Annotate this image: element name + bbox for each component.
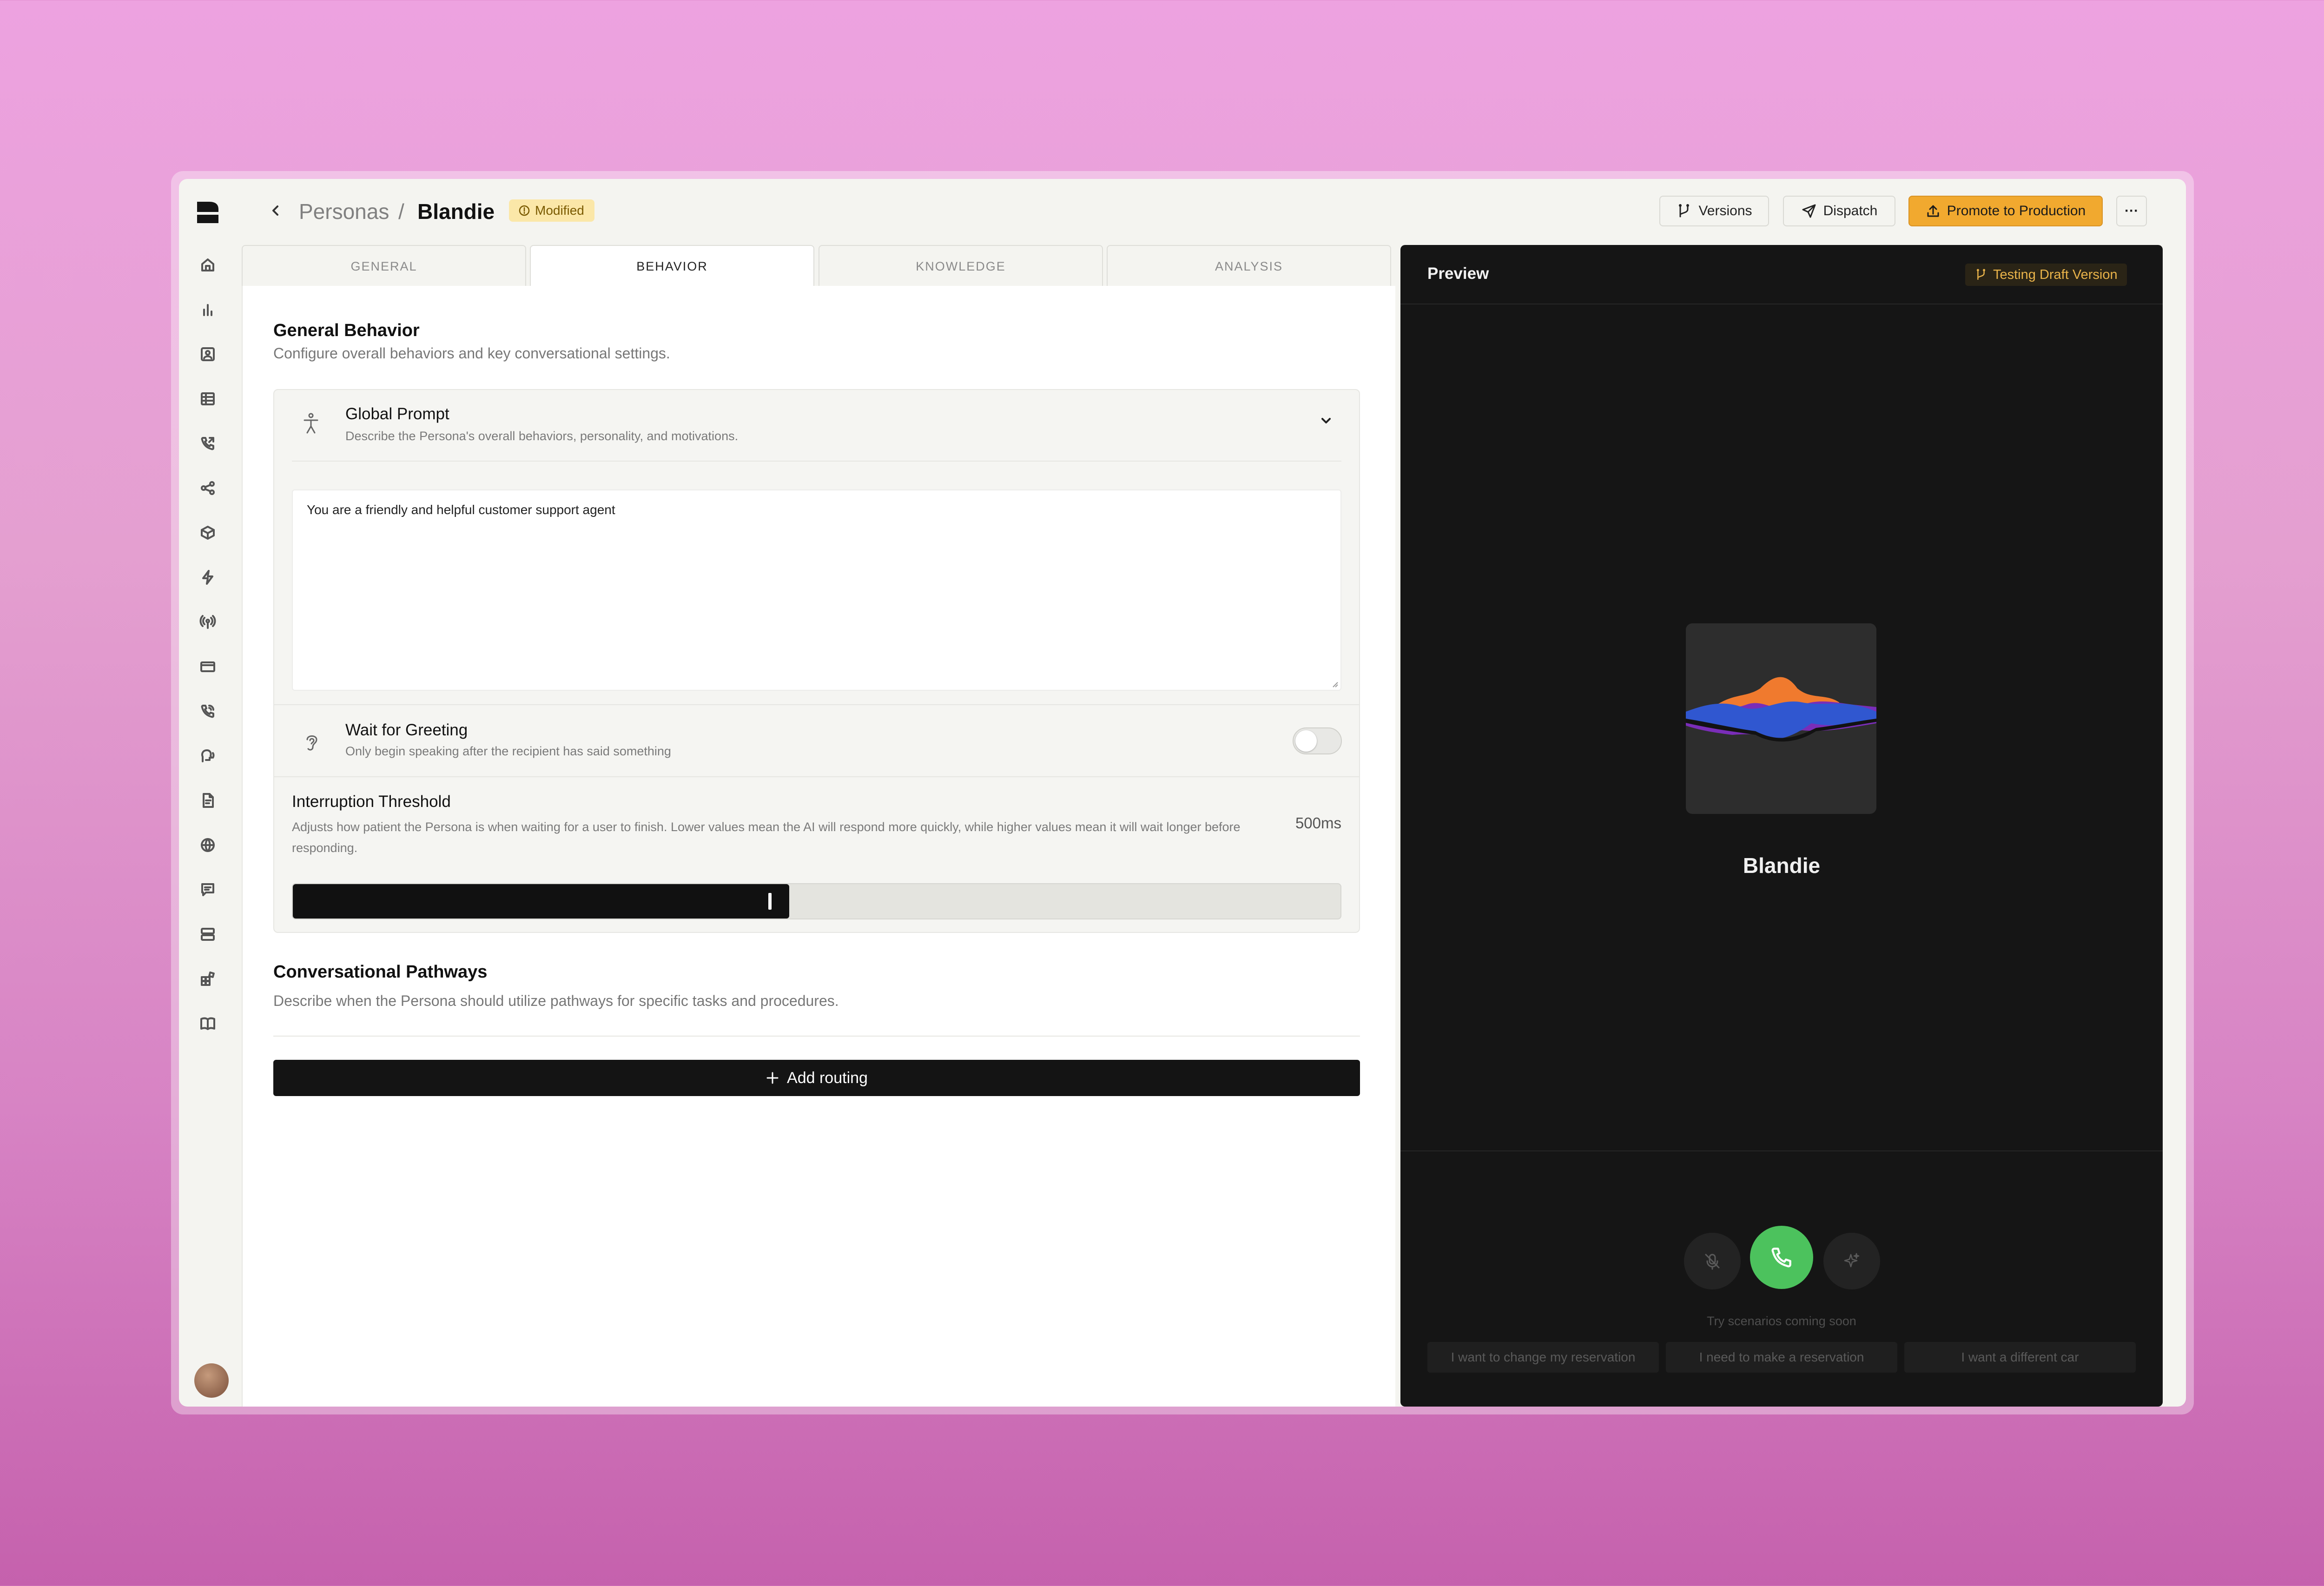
general-behavior-title: General Behavior <box>273 321 420 340</box>
user-avatar[interactable] <box>194 1363 229 1398</box>
tab-knowledge[interactable]: KNOWLEDGE <box>819 245 1103 286</box>
persona-avatar-art <box>1686 623 1876 814</box>
share-icon[interactable] <box>199 480 216 496</box>
page-title: Blandie <box>417 199 495 224</box>
globe-icon[interactable] <box>199 837 216 853</box>
more-icon: ··· <box>2125 203 2139 218</box>
integrations-icon[interactable] <box>199 971 216 987</box>
tab-general[interactable]: GENERAL <box>242 245 526 286</box>
info-icon <box>519 205 530 216</box>
sparkle-button[interactable] <box>1823 1233 1880 1289</box>
person-icon <box>302 412 320 435</box>
book-icon[interactable] <box>199 1015 216 1032</box>
back-button[interactable] <box>267 202 284 219</box>
message-icon[interactable] <box>199 881 216 898</box>
voice-icon[interactable] <box>199 747 216 764</box>
versions-button[interactable]: Versions <box>1659 196 1769 226</box>
breadcrumb-separator: / <box>398 199 404 224</box>
phone-icon <box>1771 1248 1791 1268</box>
global-prompt-description: Describe the Persona's overall behaviors… <box>345 429 739 443</box>
interruption-value: 500ms <box>1295 814 1341 832</box>
global-prompt-title: Global Prompt <box>345 405 449 423</box>
wait-greeting-description: Only begin speaking after the recipient … <box>345 744 671 758</box>
server-icon[interactable] <box>199 926 216 943</box>
general-behavior-subtitle: Configure overall behaviors and key conv… <box>273 345 670 362</box>
prompt-divider <box>292 461 1341 462</box>
pathways-title: Conversational Pathways <box>273 962 488 982</box>
tab-analysis[interactable]: ANALYSIS <box>1107 245 1391 286</box>
scenario-button[interactable]: I need to make a reservation <box>1666 1342 1897 1373</box>
document-icon[interactable] <box>199 792 216 809</box>
preview-controls-divider <box>1400 1150 2163 1151</box>
status-badge-label: Modified <box>535 203 584 218</box>
scenario-button[interactable]: I want a different car <box>1904 1342 2136 1373</box>
versions-label: Versions <box>1698 203 1752 218</box>
dispatch-label: Dispatch <box>1823 203 1878 218</box>
package-icon[interactable] <box>199 524 216 541</box>
ear-icon <box>303 731 321 753</box>
table-icon[interactable] <box>199 390 216 407</box>
global-prompt-textarea[interactable]: You are a friendly and helpful customer … <box>292 489 1341 691</box>
add-routing-button[interactable]: Add routing <box>273 1060 1360 1096</box>
status-badge: Modified <box>509 199 594 222</box>
contact-icon[interactable] <box>199 346 216 363</box>
bolt-icon[interactable] <box>199 569 216 586</box>
plus-icon <box>766 1072 779 1084</box>
wait-greeting-title: Wait for Greeting <box>345 721 468 739</box>
phone-call-icon[interactable] <box>199 703 216 720</box>
app-window: Personas / Blandie Modified Versions Dis… <box>179 179 2186 1407</box>
pathways-divider <box>273 1036 1360 1037</box>
more-button[interactable]: ··· <box>2116 196 2147 226</box>
promote-label: Promote to Production <box>1947 203 2086 218</box>
interruption-title: Interruption Threshold <box>292 793 451 811</box>
chart-icon[interactable] <box>199 301 216 318</box>
global-prompt-value: You are a friendly and helpful customer … <box>307 502 615 517</box>
slider-handle[interactable] <box>768 893 772 910</box>
greeting-divider-bottom <box>274 776 1359 777</box>
preview-title: Preview <box>1427 264 1489 283</box>
phone-outgoing-icon[interactable] <box>199 435 216 452</box>
scenario-button[interactable]: I want to change my reservation <box>1427 1342 1659 1373</box>
breadcrumb-parent[interactable]: Personas <box>299 198 389 225</box>
tab-behavior[interactable]: BEHAVIOR <box>530 245 814 286</box>
chevron-down-icon[interactable] <box>1318 412 1334 429</box>
send-icon <box>1802 204 1816 218</box>
promote-button[interactable]: Promote to Production <box>1908 196 2103 226</box>
broadcast-icon[interactable] <box>199 614 216 630</box>
greeting-divider-top <box>274 704 1359 705</box>
branch-icon <box>1976 269 1986 280</box>
pathways-subtitle: Describe when the Persona should utilize… <box>273 992 839 1009</box>
home-icon[interactable] <box>199 257 216 273</box>
preview-panel: Preview Testing Draft Version Blandie Tr… <box>1400 245 2163 1407</box>
call-button[interactable] <box>1750 1226 1813 1289</box>
toggle-knob <box>1295 730 1317 752</box>
interruption-description: Adjusts how patient the Persona is when … <box>292 820 1241 855</box>
persona-name: Blandie <box>1743 853 1821 878</box>
branch-icon <box>1679 204 1690 218</box>
card-icon[interactable] <box>199 658 216 675</box>
draft-version-badge: Testing Draft Version <box>1965 264 2127 286</box>
wait-greeting-toggle[interactable] <box>1293 727 1342 754</box>
sparkle-icon <box>1844 1253 1860 1268</box>
add-routing-label: Add routing <box>787 1069 868 1087</box>
slider-fill <box>293 884 790 919</box>
interruption-slider[interactable] <box>292 883 1341 919</box>
resize-handle-icon[interactable] <box>1330 680 1339 688</box>
app-logo[interactable] <box>195 200 220 225</box>
mute-button[interactable] <box>1684 1233 1741 1289</box>
dispatch-button[interactable]: Dispatch <box>1783 196 1895 226</box>
mic-off-icon <box>1705 1254 1720 1270</box>
upload-icon <box>1927 205 1939 217</box>
draft-version-label: Testing Draft Version <box>1993 267 2118 282</box>
scenarios-hint: Try scenarios coming soon <box>1707 1314 1856 1328</box>
